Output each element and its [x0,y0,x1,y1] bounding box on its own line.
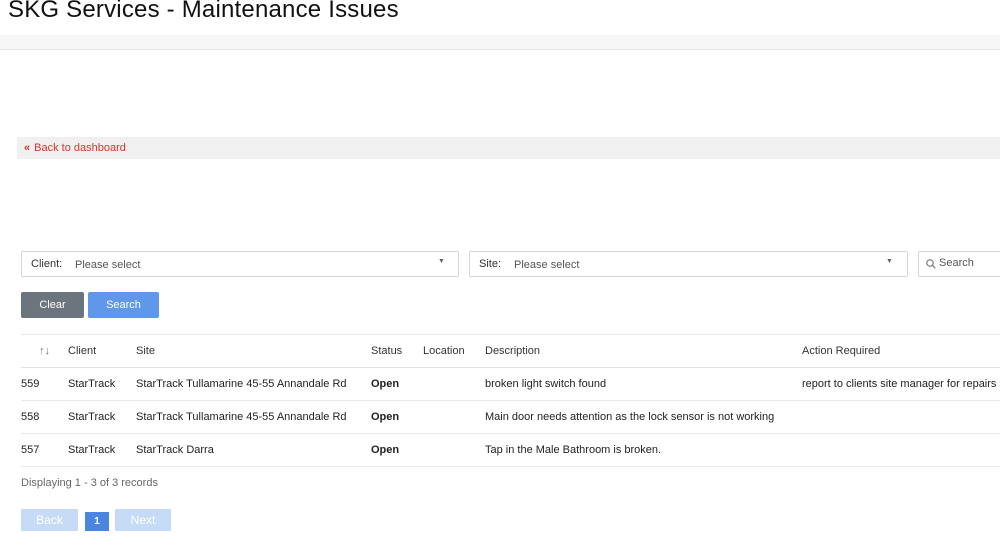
row-site: StarTrack Darra [136,444,214,456]
search-icon [926,259,936,269]
column-header-location[interactable]: Location [423,335,485,368]
row-status-badge: Open [371,444,400,456]
row-status-badge: Open [371,411,400,423]
row-location [423,434,485,467]
row-description: Main door needs attention as the lock se… [485,411,775,423]
client-select[interactable]: Client: Please select ▼ [21,251,459,277]
row-location [423,368,485,401]
site-select[interactable]: Site: Please select ▼ [469,251,908,277]
row-client: StarTrack [68,411,116,423]
row-status-badge: Open [371,378,400,390]
row-action-required [802,434,1000,467]
table-row[interactable]: 557 StarTrack StarTrack Darra Open Tap i… [21,434,1000,467]
site-select-value: Please select [514,259,580,271]
column-header-client[interactable]: Client [68,335,136,368]
chevron-down-icon: ▼ [886,258,893,265]
back-to-dashboard-link[interactable]: « Back to dashboard [24,142,126,154]
back-to-dashboard-label: Back to dashboard [34,142,126,154]
back-bar: « Back to dashboard [17,137,1000,159]
row-action-required: report to clients site manager for repai… [802,378,997,390]
issues-table: ↑↓ Client Site Status Location Descripti… [21,334,1000,467]
row-description: Tap in the Male Bathroom is broken. [485,444,662,456]
row-description: broken light switch found [485,378,607,390]
client-select-value: Please select [75,259,141,271]
clear-button[interactable]: Clear [21,292,84,318]
search-button[interactable]: Search [88,292,159,318]
pagination-next-button[interactable]: Next [115,509,171,531]
column-header-site[interactable]: Site [136,335,371,368]
chevron-down-icon: ▼ [438,258,445,265]
records-info: Displaying 1 - 3 of 3 records [21,477,158,489]
search-box [918,251,1000,277]
pagination-page-1[interactable]: 1 [85,512,109,531]
row-client: StarTrack [68,444,116,456]
row-location [423,401,485,434]
page-title: SKG Services - Maintenance Issues [8,0,399,23]
client-select-label: Client: [31,258,63,270]
row-site: StarTrack Tullamarine 45-55 Annandale Rd [136,378,347,390]
page: SKG Services - Maintenance Issues « Back… [0,0,1000,547]
row-id: 559 [21,378,40,390]
pagination-back-button[interactable]: Back [21,509,78,531]
row-action-required [802,401,1000,434]
column-header-description[interactable]: Description [485,335,802,368]
table-row[interactable]: 559 StarTrack StarTrack Tullamarine 45-5… [21,368,1000,401]
row-id: 557 [21,444,40,456]
table-header-row: ↑↓ Client Site Status Location Descripti… [21,334,1000,368]
table-row[interactable]: 558 StarTrack StarTrack Tullamarine 45-5… [21,401,1000,434]
column-header-action-required[interactable]: Action Required [802,335,1000,368]
double-chevron-left-icon: « [24,141,31,154]
row-client: StarTrack [68,378,116,390]
sort-icon: ↑↓ [39,345,50,357]
site-select-label: Site: [479,258,502,270]
sort-header[interactable]: ↑↓ [21,335,68,368]
row-site: StarTrack Tullamarine 45-55 Annandale Rd [136,411,347,423]
search-input[interactable] [939,256,999,270]
column-header-status[interactable]: Status [371,335,423,368]
header-divider [0,35,1000,50]
row-id: 558 [21,411,40,423]
